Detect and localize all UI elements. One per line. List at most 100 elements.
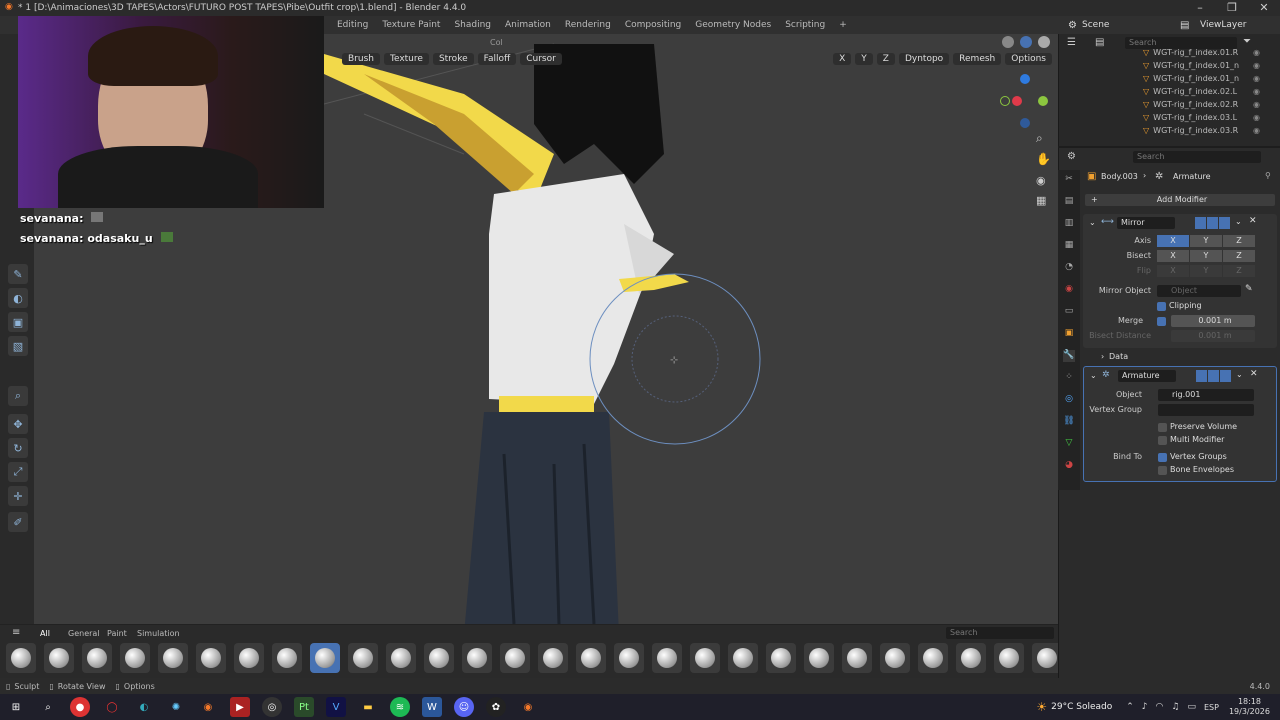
remove-modifier-icon[interactable]: ✕: [1249, 216, 1257, 226]
symmetry-z-toggle[interactable]: Z: [876, 53, 895, 65]
eyedropper-icon[interactable]: ✎: [1245, 284, 1253, 294]
language-indicator[interactable]: ESP: [1204, 703, 1219, 712]
brush-thumbnail[interactable]: [804, 643, 834, 673]
brush-thumbnail[interactable]: [766, 643, 796, 673]
windows-start-icon[interactable]: ⊞: [6, 697, 26, 717]
material-tab-icon[interactable]: ◕: [1063, 460, 1075, 472]
tab-texture-paint[interactable]: Texture Paint: [375, 16, 447, 34]
face-set-icon[interactable]: ▧: [8, 336, 28, 356]
merge-distance-field[interactable]: 0.001 m: [1171, 315, 1255, 327]
tab-scripting[interactable]: Scripting: [778, 16, 832, 34]
brush-thumbnail[interactable]: [500, 643, 530, 673]
brush-thumbnail[interactable]: [538, 643, 568, 673]
obs-icon[interactable]: ◎: [262, 697, 282, 717]
scene-tab-icon[interactable]: ◔: [1063, 262, 1075, 274]
shading-rendered-icon[interactable]: [1038, 36, 1050, 48]
bisect-z-toggle[interactable]: Z: [1223, 250, 1255, 262]
hamburger-icon[interactable]: ≡: [12, 627, 20, 638]
outliner-item[interactable]: ▽ WGT-rig_f_index.01_n ◉: [1143, 74, 1260, 83]
merge-checkbox[interactable]: [1157, 317, 1166, 326]
output-tab-icon[interactable]: ▥: [1063, 218, 1075, 230]
brush-thumbnail[interactable]: [994, 643, 1024, 673]
bone-envelopes-checkbox[interactable]: [1158, 466, 1167, 475]
shelf-tab-paint[interactable]: Paint: [107, 629, 127, 638]
draw-brush-icon[interactable]: ✎: [8, 264, 28, 284]
editmode-toggle[interactable]: [1195, 217, 1206, 229]
scale-icon[interactable]: ⤢: [8, 462, 28, 482]
pan-icon[interactable]: ✋: [1036, 152, 1051, 166]
brush-thumbnail[interactable]: [348, 643, 378, 673]
rotate-icon[interactable]: ↻: [8, 438, 28, 458]
world-tab-icon[interactable]: ◉: [1063, 284, 1075, 296]
collection-field[interactable]: Col: [490, 38, 503, 47]
mirror-name-input[interactable]: Mirror: [1117, 217, 1175, 229]
modifier-tab-icon[interactable]: 🔧: [1063, 350, 1075, 362]
options-menu[interactable]: Options: [1005, 53, 1052, 65]
folder-icon[interactable]: ▬: [358, 697, 378, 717]
edge-icon[interactable]: ◐: [134, 697, 154, 717]
video-app-icon[interactable]: ▶: [230, 697, 250, 717]
render-toggle[interactable]: [1219, 217, 1230, 229]
breadcrumb-modifier[interactable]: Armature: [1173, 172, 1211, 181]
armature-object-field[interactable]: rig.001: [1158, 389, 1254, 401]
symmetry-x-toggle[interactable]: X: [833, 53, 852, 65]
collection-tab-icon[interactable]: ▭: [1063, 306, 1075, 318]
add-modifier-button[interactable]: + Add Modifier: [1085, 194, 1275, 206]
dyntopo-menu[interactable]: Dyntopo: [898, 53, 950, 65]
physics-tab-icon[interactable]: ◎: [1063, 394, 1075, 406]
object-tab-icon[interactable]: ▣: [1063, 328, 1075, 340]
axis-x-toggle[interactable]: X: [1157, 235, 1189, 247]
scene-selector[interactable]: Scene: [1082, 20, 1109, 30]
collapse-icon[interactable]: ⌄: [1090, 371, 1097, 380]
data-subpanel-label[interactable]: Data: [1109, 352, 1128, 361]
bisect-y-toggle[interactable]: Y: [1190, 250, 1222, 262]
constraints-tab-icon[interactable]: ⛓: [1063, 416, 1075, 428]
render-tab-icon[interactable]: ▤: [1063, 196, 1075, 208]
word-icon[interactable]: W: [422, 697, 442, 717]
navigation-gizmo[interactable]: [998, 74, 1048, 128]
brush-thumbnail[interactable]: [6, 643, 36, 673]
brush-thumbnail[interactable]: [918, 643, 948, 673]
armature-name-input[interactable]: Armature: [1118, 370, 1176, 382]
mic-icon[interactable]: ♪: [1142, 702, 1148, 712]
grid-icon[interactable]: ▦: [1036, 194, 1046, 207]
outliner-item[interactable]: ▽ WGT-rig_f_index.02.L ◉: [1143, 87, 1260, 96]
pin-icon[interactable]: ⚲: [1265, 171, 1271, 180]
texture-menu[interactable]: Texture: [383, 53, 429, 65]
camera-icon[interactable]: ◉: [1036, 174, 1046, 187]
search-icon[interactable]: ⌕: [38, 697, 58, 717]
vertex-group-field[interactable]: [1158, 404, 1254, 416]
add-workspace-icon[interactable]: +: [832, 16, 854, 34]
chrome-icon[interactable]: ●: [70, 697, 90, 717]
outliner-item[interactable]: ▽ WGT-rig_f_index.01_n ◉: [1143, 61, 1260, 70]
pt-icon[interactable]: Pt: [294, 697, 314, 717]
clock[interactable]: 18:18 19/3/2026: [1229, 697, 1270, 717]
weather-text[interactable]: 29°C Soleado: [1051, 702, 1112, 712]
bisect-x-toggle[interactable]: X: [1157, 250, 1189, 262]
chatgpt-icon[interactable]: ✿: [486, 697, 506, 717]
preserve-volume-checkbox[interactable]: [1158, 423, 1167, 432]
blender-taskbar-icon[interactable]: ◉: [198, 697, 218, 717]
editmode-toggle[interactable]: [1196, 370, 1207, 382]
brush-thumbnail[interactable]: [82, 643, 112, 673]
viewport-toggle[interactable]: [1207, 217, 1218, 229]
annotate-icon[interactable]: ✐: [8, 512, 28, 532]
search-tool-icon[interactable]: ⌕: [8, 386, 28, 406]
tray-chevron-icon[interactable]: ⌃: [1126, 702, 1134, 712]
spotify-icon[interactable]: ≋: [390, 697, 410, 717]
shelf-tab-simulation[interactable]: Simulation: [137, 629, 180, 638]
brush-thumbnail[interactable]: [424, 643, 454, 673]
brush-thumbnail[interactable]: [386, 643, 416, 673]
outliner-display-icon[interactable]: ▤: [1095, 37, 1104, 48]
brush-thumbnail[interactable]: [234, 643, 264, 673]
close-icon[interactable]: ✕: [1244, 0, 1280, 16]
move-icon[interactable]: ✥: [8, 414, 28, 434]
tab-compositing[interactable]: Compositing: [618, 16, 688, 34]
brush-menu[interactable]: Brush: [342, 53, 380, 65]
volume-icon[interactable]: ♫: [1171, 702, 1179, 712]
cursor-menu[interactable]: Cursor: [520, 53, 562, 65]
brush-thumbnail[interactable]: [44, 643, 74, 673]
properties-search-input[interactable]: Search: [1133, 151, 1261, 163]
brush-thumbnail[interactable]: [272, 643, 302, 673]
symmetry-y-toggle[interactable]: Y: [855, 53, 873, 65]
